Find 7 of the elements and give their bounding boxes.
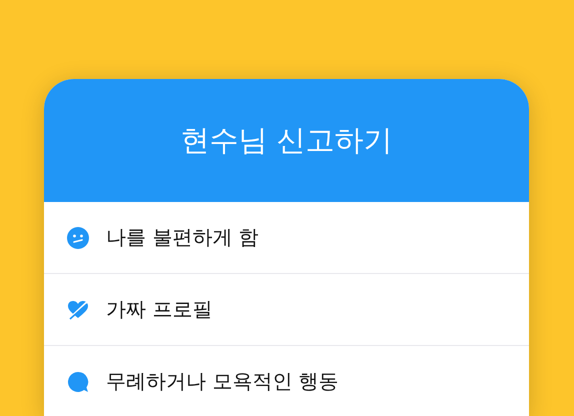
report-option[interactable]: 나를 불편하게 함 (44, 202, 529, 274)
speech-bubble-icon (67, 370, 89, 392)
broken-heart-icon (67, 298, 89, 320)
confused-face-icon (67, 226, 89, 248)
report-option[interactable]: 무례하거나 모욕적인 행동 (44, 346, 529, 416)
dialog-title: 현수님 신고하기 (180, 122, 393, 158)
report-option[interactable]: 가짜 프로필 (44, 274, 529, 346)
